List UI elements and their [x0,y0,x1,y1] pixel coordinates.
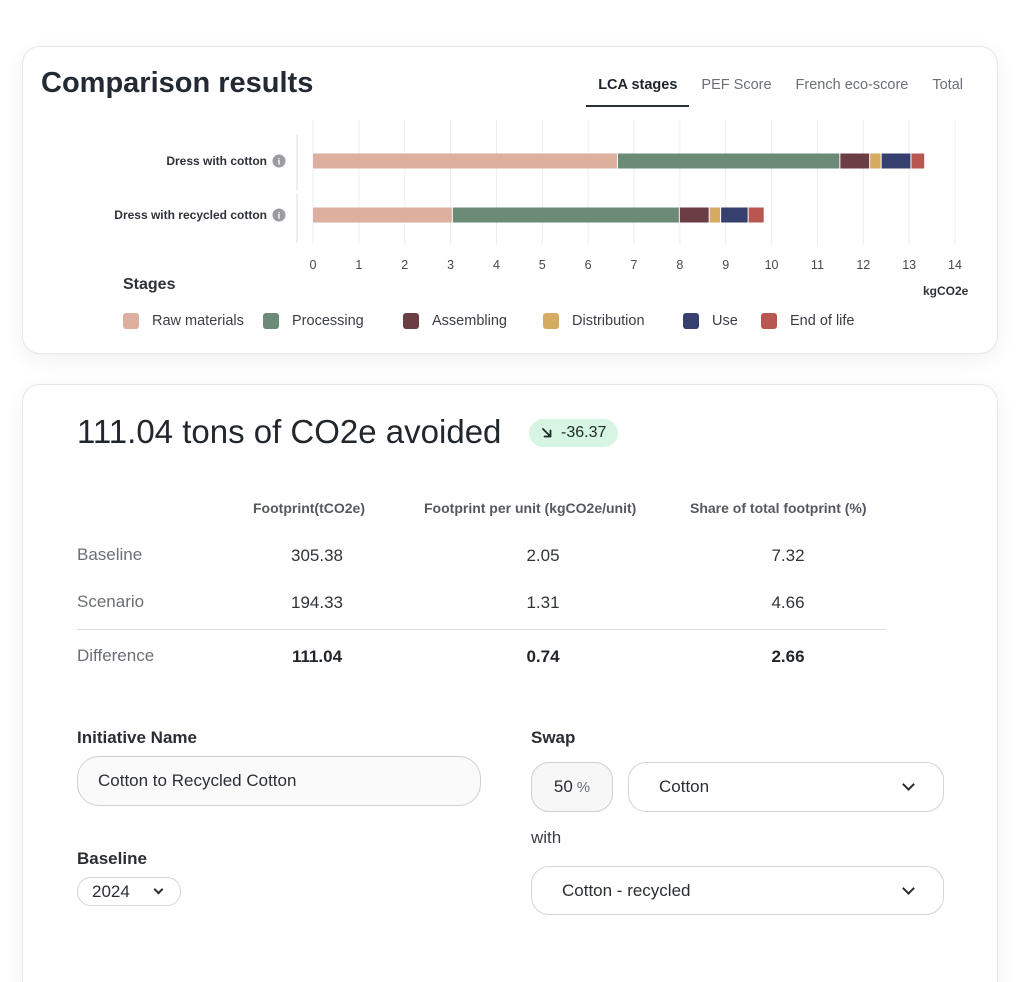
initiative-name-label: Initiative Name [77,728,197,747]
x-tick-label: 11 [811,258,824,272]
row-label-scenario: Scenario [77,592,145,611]
legend-swatch [263,313,279,329]
with-label: with [531,828,562,847]
row-label-baseline: Baseline [77,545,143,564]
initiative-name-input[interactable]: Cotton to Recycled Cotton [77,756,481,806]
avoided-emissions-title: 111.04 tons of CO2e avoided [77,413,502,450]
bar-segment [881,153,911,169]
swap-to-value: Cotton - recycled [562,880,691,900]
legend-label: Use [712,313,738,329]
legend-item: Assembling [403,313,543,329]
legend-item: Raw materials [123,313,263,329]
legend-label: Processing [292,313,364,329]
x-tick-label: 10 [765,258,779,272]
x-tick-label: 13 [902,258,916,272]
legend-item: Use [683,313,761,329]
x-tick-label: 14 [948,258,962,272]
swap-label: Swap [531,728,576,747]
legend-swatch [543,313,559,329]
chevron-down-icon [902,881,915,895]
legend-swatch [123,313,139,329]
change-value: -36.37 [561,424,607,441]
row-label-difference: Difference [77,646,155,665]
bar-segment [313,207,452,223]
table-cell: 1.31 [526,593,560,612]
table-cell: 111.04 [291,647,343,666]
chevron-down-icon [153,884,164,894]
swap-from-value: Cotton [659,777,710,796]
x-tick-label: 9 [722,258,729,272]
table-cell: 7.32 [771,546,805,565]
bar-segment [679,207,709,223]
legend-label: End of life [790,313,855,329]
bar-segment [452,207,679,223]
bar-segment [617,153,840,169]
table-divider [77,629,886,630]
comparison-results-card: Comparison results LCA stages PEF Score … [22,46,998,354]
legend-swatch [403,313,419,329]
swap-percent-value: 50 [553,777,573,796]
x-tick-label: 6 [585,258,592,272]
header-share-total: Share of total footprint (%) [690,500,867,516]
scenario-card: 111.04 tons of CO2e avoided -36.37 Footp… [22,384,998,982]
x-tick-label: 5 [539,258,546,272]
table-cell: 305.38 [291,546,343,565]
table-cell: 0.74 [526,647,560,666]
swap-from-select[interactable]: Cotton [628,762,944,812]
x-tick-label: 8 [676,258,683,272]
baseline-year-value: 2024 [92,881,130,901]
legend-item: Distribution [543,313,683,329]
swap-percent-input[interactable]: 50 % [531,762,613,812]
x-axis-unit-label: kgCO2e [923,284,969,298]
header-footprint-per-unit: Footprint per unit (kgCO2e/unit) [424,500,637,516]
initiative-name-value: Cotton to Recycled Cotton [98,771,297,790]
header-footprint: Footprint(tCO2e) [253,500,365,516]
swap-to-select[interactable]: Cotton - recycled [531,866,944,915]
table-cell: 2.66 [771,647,805,666]
category-label: Dress with recycled cotton [114,208,267,222]
bar-segment [748,207,764,223]
bar-segment [911,153,925,169]
table-cell: 4.66 [771,593,805,612]
lca-stages-chart: 0 1 2 3 4 5 6 7 8 9 10 11 12 13 14Dress with cotton iDr… [114,120,962,272]
percent-sign: % [576,778,591,796]
bar-segment [709,207,721,223]
x-tick-label: 12 [856,258,870,272]
legend-title: Stages [123,276,176,293]
arrow-down-right-icon [542,428,552,438]
legend-item: Processing [263,313,403,329]
bar-segment [721,207,748,223]
table-cell: 2.05 [526,546,560,565]
x-tick-label: 1 [355,258,362,272]
bar-segment [870,153,881,169]
bar-segment [313,153,617,169]
x-tick-label: 7 [631,258,638,272]
change-badge: -36.37 [529,419,619,447]
legend-label: Assembling [432,313,507,329]
category-label: Dress with cotton [166,154,267,168]
x-tick-label: 0 [310,258,317,272]
chevron-down-icon [902,778,915,791]
baseline-label: Baseline [77,849,147,868]
legend-label: Distribution [572,313,645,329]
table-cell: 194.33 [291,593,343,612]
legend-swatch [761,313,777,329]
x-tick-label: 4 [493,258,500,272]
x-tick-label: 3 [447,258,454,272]
baseline-year-select[interactable]: 2024 [77,877,181,906]
chart-legend: Raw materials Processing Assembling Distrib… [123,313,871,329]
bar-segment [840,153,870,169]
legend-item: End of life [761,313,871,329]
legend-label: Raw materials [152,313,244,329]
x-tick-label: 2 [401,258,408,272]
legend-swatch [683,313,699,329]
